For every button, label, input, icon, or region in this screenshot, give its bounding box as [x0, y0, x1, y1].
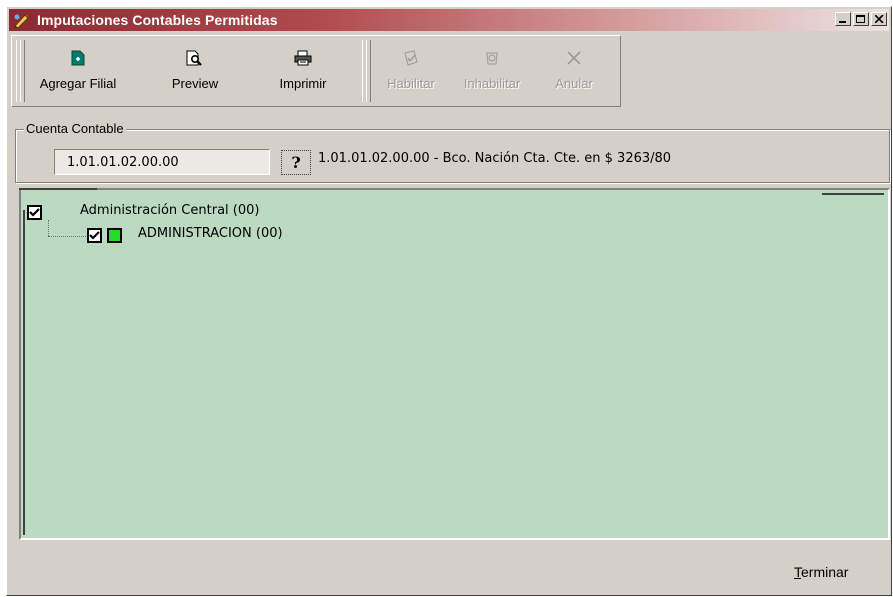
- cuenta-contable-input[interactable]: 1.01.01.02.00.00: [54, 149, 270, 175]
- terminar-label: erminar: [801, 564, 849, 580]
- print-label: Imprimir: [279, 76, 327, 91]
- disable-label: Inhabilitar: [463, 76, 521, 91]
- cuenta-description: 1.01.01.02.00.00 - Bco. Nación Cta. Cte.…: [318, 151, 672, 166]
- cancel-x-icon: [566, 42, 582, 66]
- maximize-button[interactable]: [853, 12, 869, 26]
- add-branch-label: Agregar Filial: [39, 76, 117, 91]
- child-node-label[interactable]: ADMINISTRACION (00): [138, 226, 283, 241]
- branch-tree[interactable]: Administración Central (00) ADMINISTRACI…: [19, 188, 890, 540]
- printer-icon: [294, 42, 312, 66]
- toolbar-grip[interactable]: [20, 40, 25, 102]
- disable-icon: [484, 42, 500, 66]
- disable-button[interactable]: Inhabilitar: [452, 42, 532, 102]
- app-pencil-icon: [13, 11, 33, 29]
- help-lookup-button[interactable]: ?: [281, 150, 311, 175]
- cuenta-contable-group: Cuenta Contable 1.01.01.02.00.00 ? 1.01.…: [15, 121, 890, 183]
- checkmark-icon: [29, 208, 40, 217]
- minimize-button[interactable]: [835, 12, 851, 26]
- question-icon: ?: [291, 153, 301, 172]
- add-branch-button[interactable]: Agregar Filial: [30, 42, 126, 102]
- child-node-checkbox[interactable]: [87, 228, 102, 243]
- checkmark-icon: [89, 231, 100, 240]
- tree-divider: [19, 188, 97, 190]
- toolbar: Agregar Filial Preview Imprimir Habilita…: [11, 35, 621, 107]
- window-title: Imputaciones Contables Permitidas: [37, 12, 278, 28]
- enable-label: Habilitar: [387, 76, 435, 91]
- enable-check-icon: [402, 42, 420, 66]
- void-button[interactable]: Anular: [546, 42, 602, 102]
- print-button[interactable]: Imprimir: [268, 42, 338, 102]
- tree-divider: [822, 193, 884, 195]
- preview-button[interactable]: Preview: [160, 42, 230, 102]
- app-window: Imputaciones Contables Permitidas Agrega…: [6, 6, 892, 596]
- tree-divider: [23, 210, 25, 535]
- enable-button[interactable]: Habilitar: [380, 42, 442, 102]
- tree-connector: [48, 220, 49, 236]
- root-node-label[interactable]: Administración Central (00): [80, 203, 259, 218]
- cuenta-contable-legend: Cuenta Contable: [24, 121, 126, 136]
- root-node-checkbox[interactable]: [27, 205, 42, 220]
- add-document-icon: [71, 42, 85, 66]
- preview-label: Preview: [171, 76, 219, 91]
- terminar-button[interactable]: Terminar: [794, 564, 848, 580]
- title-bar[interactable]: Imputaciones Contables Permitidas: [9, 9, 889, 31]
- void-label: Anular: [555, 76, 593, 91]
- close-button[interactable]: [871, 12, 887, 26]
- status-indicator: [107, 228, 122, 243]
- terminar-mnemonic: T: [794, 564, 801, 580]
- print-preview-icon: [186, 42, 204, 66]
- toolbar-grip[interactable]: [366, 40, 371, 102]
